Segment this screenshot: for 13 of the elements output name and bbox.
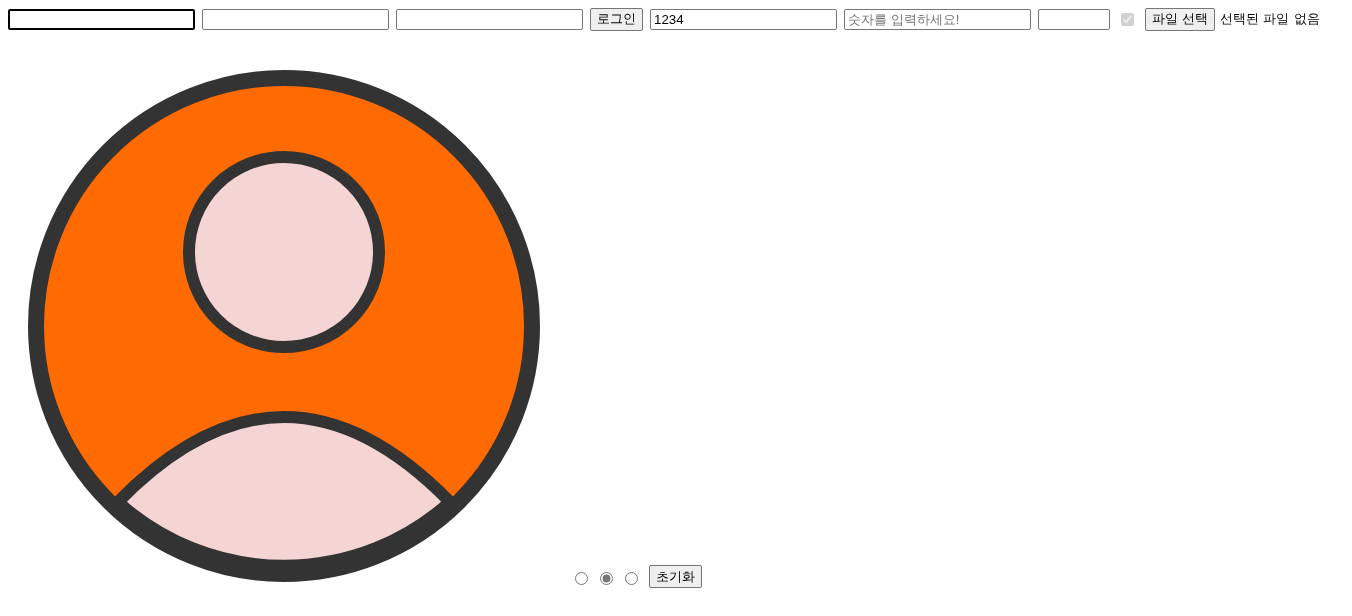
file-status-text: 선택된 파일 없음 (1220, 10, 1320, 28)
radio-button[interactable] (575, 571, 588, 585)
text-field[interactable]: 1234 (650, 8, 837, 30)
login-button[interactable]: 로그인 (590, 7, 643, 31)
radio-button[interactable] (600, 571, 613, 585)
choose-file-button[interactable]: 파일 선택 (1145, 7, 1216, 31)
radio-button[interactable] (625, 571, 638, 585)
text-field[interactable]: 숫자를 입력하세요! (844, 8, 1031, 30)
text-field[interactable] (396, 8, 583, 30)
text-field[interactable] (8, 8, 195, 30)
text-field[interactable] (202, 8, 389, 30)
text-field[interactable] (1038, 8, 1110, 30)
reset-button[interactable]: 초기화 (649, 565, 702, 588)
